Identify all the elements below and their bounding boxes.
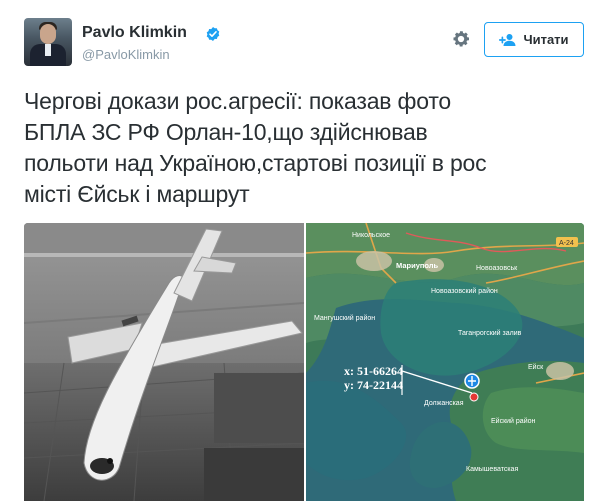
tweet-text-line: місті Єйськ і маршрут (24, 181, 250, 207)
verified-badge-icon (206, 27, 220, 41)
author-handle[interactable]: @PavloKlimkin (82, 47, 170, 62)
author-name[interactable]: Pavlo Klimkin (82, 24, 187, 42)
map-label: Никольское (352, 232, 390, 239)
tweet-text: Чергові докази рос.агресії: показав фото… (24, 86, 599, 210)
route-map-photo[interactable]: Никольское Мариуполь Новоазовськ Новоазо… (306, 223, 584, 501)
author-avatar[interactable] (24, 18, 72, 66)
avatar-head (40, 24, 56, 44)
map-label: Мангушский район (314, 314, 375, 322)
follow-button-label: Читати (523, 32, 569, 47)
map-label: Таганрогский залив (458, 329, 522, 337)
map-label: Должанская (424, 400, 464, 407)
road-badge: A-24 (559, 240, 574, 247)
map-label: Новоазовськ (476, 265, 518, 272)
drone-photo-illustration (24, 223, 304, 501)
gear-icon[interactable] (451, 29, 471, 49)
route-map-illustration: Никольское Мариуполь Новоазовськ Новоазо… (306, 223, 584, 501)
tweet-text-line: БПЛА ЗС РФ Орлан-10,що здійснював (24, 119, 428, 145)
follow-button[interactable]: Читати (484, 22, 584, 57)
tweet-text-line: польоти над Україною,стартові позиції в … (24, 150, 487, 176)
drone-photo[interactable] (24, 223, 304, 501)
coordinate-x: x: 51-66264 (344, 364, 403, 378)
coordinate-y: y: 74-22144 (344, 378, 403, 392)
add-user-icon (499, 33, 516, 46)
avatar-shirt (45, 44, 51, 56)
map-label: Ейский район (491, 417, 535, 425)
map-label: Новоазовский район (431, 287, 498, 295)
map-label: Камышеватская (466, 466, 518, 473)
tweet-text-line: Чергові докази рос.агресії: показав фото (24, 88, 451, 114)
map-label: Ейск (528, 363, 544, 371)
map-label: Мариуполь (396, 261, 439, 270)
